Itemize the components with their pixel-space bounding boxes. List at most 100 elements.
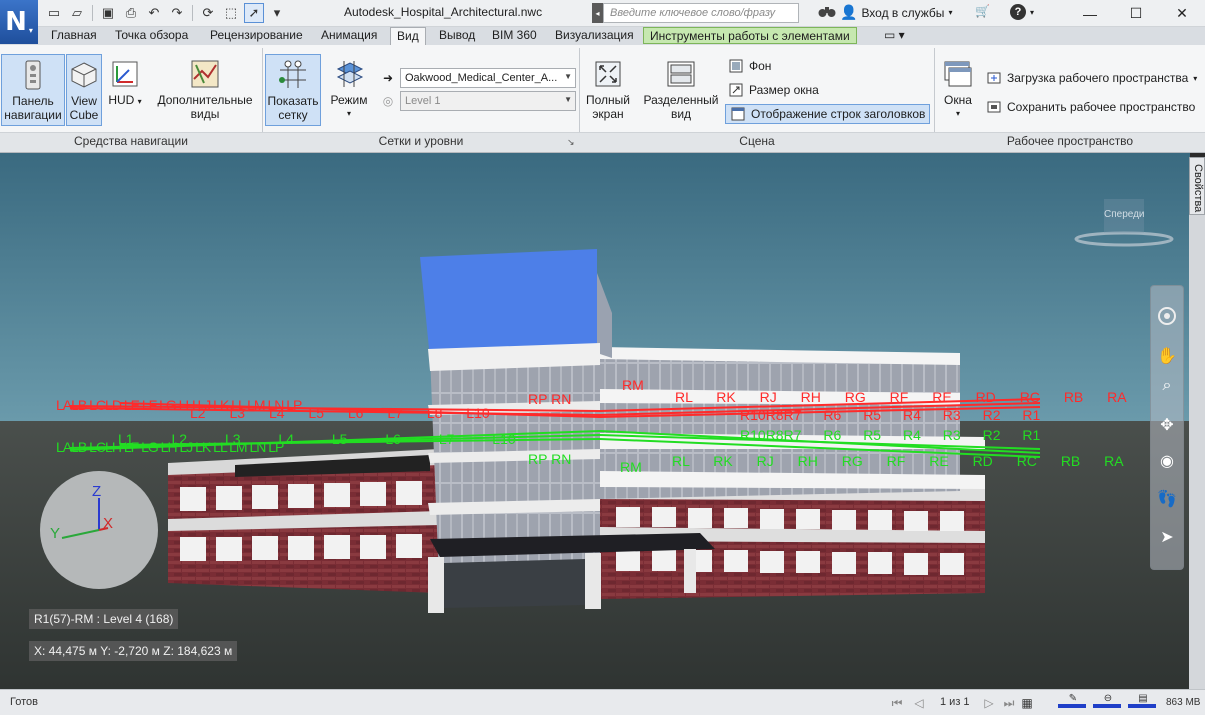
window-size-icon	[728, 82, 744, 98]
hud-dropdown-icon: ▾	[137, 97, 142, 106]
tab-viewpoint[interactable]: Точка обзора	[115, 27, 188, 45]
full-screen-icon	[592, 58, 624, 90]
coordinates-label: X: 44,475 м Y: -2,720 м Z: 184,623 м	[29, 641, 238, 661]
open-file-icon[interactable]: ▱	[67, 3, 87, 23]
search-expand-icon[interactable]: ◂	[592, 3, 603, 23]
tab-view[interactable]: Вид	[390, 27, 426, 46]
window-size-button[interactable]: Размер окна	[728, 82, 819, 98]
split-view-button[interactable]: Разделенный вид	[640, 54, 722, 126]
background-icon	[728, 58, 744, 74]
tab-animation[interactable]: Анимация	[321, 27, 377, 45]
walk-icon[interactable]: 👣	[1156, 488, 1178, 510]
binoculars-icon[interactable]	[818, 4, 836, 18]
select-icon[interactable]: ➤	[1156, 526, 1178, 548]
hud-icon	[109, 58, 141, 90]
axis-y-label: Y	[50, 525, 61, 542]
window-controls: — ☐ ✕	[1067, 0, 1205, 27]
grid-labels-red-right-2: RL RK RJ RH RG RF RE RD RC RB RA	[675, 389, 1127, 405]
title-bar: ▭ ▱ ▣ ⎙ ↶ ↷ ⟳ ⬚ ➚ ▾ Autodesk_Hospital_Ar…	[0, 0, 1205, 27]
tab-visualization[interactable]: Визуализация	[555, 27, 634, 45]
tab-home[interactable]: Главная	[51, 27, 97, 45]
windows-button[interactable]: Окна ▾	[938, 54, 978, 126]
grid-labels-green-rnum: R10R8R7 R6 R5 R4 R3 R2 R1	[740, 427, 1041, 443]
zoom-window-icon[interactable]: ⌕	[1156, 375, 1178, 397]
background-button[interactable]: Фон	[728, 58, 771, 74]
tab-item-tools[interactable]: Инструменты работы с элементами	[643, 27, 857, 44]
first-page-icon[interactable]: ⏮	[888, 694, 906, 712]
model-file-icon: ➜	[382, 71, 394, 85]
grid-location-label: R1(57)-RM : Level 4 (168)	[29, 609, 179, 629]
undo-icon[interactable]: ↶	[144, 3, 164, 23]
levels-icon	[333, 58, 365, 90]
show-grid-button[interactable]: Показать сетку	[265, 54, 321, 126]
grid-icon	[277, 59, 309, 91]
view-cube-button[interactable]: View Cube	[66, 54, 102, 126]
axis-x-label: X	[103, 515, 114, 532]
axis-z-label: Z	[92, 483, 102, 500]
grids-dialog-launcher-icon[interactable]: ↘	[567, 137, 575, 148]
model-select-dropdown-icon: ▼	[564, 72, 572, 81]
grid-labels-green-center: RP RN	[528, 451, 572, 467]
signin-dropdown-icon: ▾	[948, 8, 953, 17]
disk-progress-icon: ⊖	[1093, 693, 1123, 713]
3d-viewport[interactable]: LALB LCLD LE LF LG LH LJ LK LL LM LN LP …	[0, 153, 1190, 689]
grid-labels-green-right: RM	[620, 459, 642, 475]
quick-access-toolbar: ▭ ▱ ▣ ⎙ ↶ ↷ ⟳ ⬚ ➚ ▾	[44, 3, 287, 23]
orbit-icon[interactable]: ✥	[1156, 414, 1178, 436]
mode-dropdown-icon: ▾	[346, 109, 351, 118]
full-screen-button[interactable]: Полный экран	[582, 54, 634, 126]
save-workspace-icon	[986, 99, 1002, 115]
load-workspace-icon	[986, 70, 1002, 86]
new-file-icon[interactable]: ▭	[44, 3, 64, 23]
model-select[interactable]: Oakwood_Medical_Center_A... ▼	[400, 68, 576, 88]
viewcube-face-label[interactable]: Спереди	[1104, 209, 1145, 220]
load-workspace-dropdown-icon: ▾	[1193, 73, 1198, 83]
level-select[interactable]: Level 1 ▼	[400, 91, 576, 111]
tab-review[interactable]: Рецензирование	[210, 27, 303, 45]
look-icon[interactable]: ◉	[1156, 450, 1178, 472]
signin-button[interactable]: 👤 Вход в службы ▾	[840, 4, 952, 21]
save-icon[interactable]: ▣	[98, 3, 118, 23]
tab-bim360[interactable]: BIM 360	[492, 27, 537, 45]
pan-hand-icon[interactable]: ✋	[1156, 345, 1178, 367]
search-input[interactable]: Введите ключевое слово/фразу	[603, 3, 799, 23]
select-pointer-icon[interactable]: ➚	[244, 3, 264, 23]
save-workspace-button[interactable]: Сохранить рабочее пространство	[986, 99, 1195, 115]
grid-mode-button[interactable]: Режим ▾	[327, 54, 371, 126]
load-workspace-button[interactable]: Загрузка рабочего пространства ▾	[986, 70, 1197, 86]
ribbon-minimize-icon[interactable]: ▭ ▾	[884, 27, 905, 45]
pencil-progress-icon: ✎	[1058, 693, 1088, 713]
maximize-button[interactable]: ☐	[1113, 0, 1159, 27]
nav-panel-button[interactable]: Панель навигации	[1, 54, 65, 126]
extra-views-button[interactable]: Дополнительные виды	[150, 54, 260, 126]
close-button[interactable]: ✕	[1159, 0, 1205, 27]
select-box-icon[interactable]: ⬚	[221, 3, 241, 23]
memory-usage: 863 MB	[1166, 697, 1201, 708]
refresh-icon[interactable]: ⟳	[198, 3, 218, 23]
last-page-icon[interactable]: ⏭	[1000, 694, 1018, 712]
network-progress-icon: ▤	[1128, 693, 1158, 713]
help-icon[interactable]: ? ▾	[1010, 4, 1034, 20]
sheet-browser-icon[interactable]: ▦	[1018, 694, 1036, 712]
windows-icon	[942, 58, 974, 90]
header-display-button[interactable]: Отображение строк заголовков	[725, 104, 931, 124]
level-select-dropdown-icon: ▼	[564, 95, 572, 104]
properties-tab[interactable]: Свойства	[1189, 157, 1205, 215]
window-title: Autodesk_Hospital_Architectural.nwc	[344, 5, 543, 19]
minimize-button[interactable]: —	[1067, 0, 1113, 27]
tab-output[interactable]: Вывод	[439, 27, 475, 45]
qat-dropdown-icon[interactable]: ▾	[267, 3, 287, 23]
panel-title-grids: Сетки и уровни	[378, 134, 464, 148]
application-menu-button[interactable]: N ▾	[0, 0, 38, 44]
steering-wheel-icon[interactable]	[1156, 305, 1178, 327]
cart-icon[interactable]: 🛒	[975, 4, 990, 18]
next-page-icon[interactable]: ▷	[980, 694, 998, 712]
print-icon[interactable]: ⎙	[121, 3, 141, 23]
page-indicator: 1 из 1	[940, 696, 970, 708]
redo-icon[interactable]: ↷	[167, 3, 187, 23]
hud-button[interactable]: HUD ▾	[105, 54, 145, 126]
level-icon: ◎	[382, 94, 394, 108]
panel-title-workspace: Рабочее пространство	[1006, 134, 1134, 148]
grid-labels-red-center: RP RN	[528, 391, 572, 407]
prev-page-icon[interactable]: ◁	[910, 694, 928, 712]
